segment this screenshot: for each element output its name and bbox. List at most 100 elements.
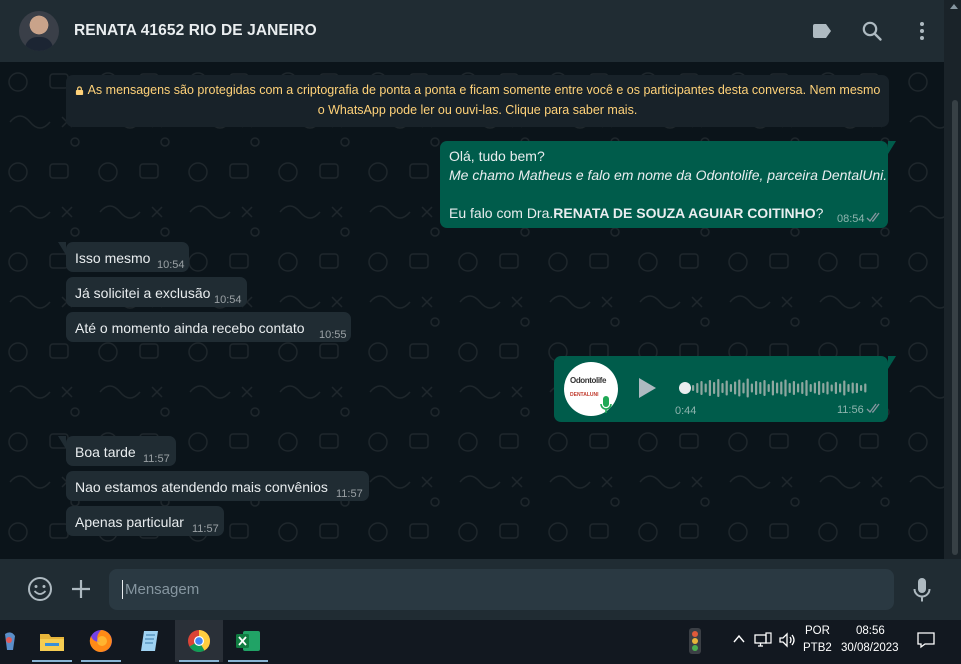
waveform-bar xyxy=(750,383,753,393)
attach-plus-icon[interactable] xyxy=(70,578,92,600)
waveform-bar xyxy=(713,382,716,394)
waveform-bar xyxy=(864,383,867,393)
tray-chevron-up-icon[interactable] xyxy=(733,634,745,644)
waveform-bar xyxy=(822,383,825,393)
message-time: 11:57 xyxy=(143,453,170,465)
mic-badge-icon xyxy=(600,396,612,413)
message-line: Olá, tudo bem? xyxy=(449,148,545,164)
message-text: Eu falo com Dra. xyxy=(449,205,554,221)
incoming-message[interactable]: Nao estamos atendendo mais convênios 11:… xyxy=(66,471,369,501)
voice-seek-handle[interactable] xyxy=(679,382,691,394)
message-line-italic: Me chamo Matheus e falo em nome da Odont… xyxy=(449,167,888,183)
waveform-bar xyxy=(738,379,741,397)
taskbar-notes-app-icon[interactable] xyxy=(126,620,174,662)
contact-name[interactable]: RENATA 41652 RIO DE JANEIRO xyxy=(74,22,317,40)
message-text: Já solicitei a exclusão xyxy=(75,285,211,301)
voice-message[interactable]: Odontolife DENTALUNI 0:44 11:56 xyxy=(554,356,896,422)
taskbar-app-partial-icon[interactable] xyxy=(0,620,20,662)
waveform-bar xyxy=(725,380,728,396)
waveform-bar xyxy=(708,380,711,396)
contact-avatar[interactable] xyxy=(19,11,59,51)
play-icon[interactable] xyxy=(636,376,658,400)
notifications-icon[interactable] xyxy=(916,631,936,649)
incoming-message[interactable]: Boa tarde 11:57 xyxy=(58,436,176,466)
outgoing-message[interactable]: Olá, tudo bem? Me chamo Matheus e falo e… xyxy=(440,141,896,228)
waveform-bar xyxy=(818,381,821,395)
microphone-icon[interactable] xyxy=(912,577,932,603)
message-input[interactable] xyxy=(109,569,894,610)
waveform-bar xyxy=(746,378,749,398)
waveform-bar xyxy=(847,384,850,392)
taskbar-excel-icon[interactable] xyxy=(224,620,272,662)
waveform-bar xyxy=(763,380,766,396)
label-icon[interactable] xyxy=(810,19,834,43)
message-text: ? xyxy=(815,205,824,221)
incoming-message[interactable]: Já solicitei a exclusão 10:54 xyxy=(66,277,247,307)
clock-time[interactable]: 08:56 xyxy=(856,625,885,637)
encryption-notice-line1: As mensagens são protegidas com a cripto… xyxy=(87,83,881,97)
avatar-logo-subtext: DENTALUNI xyxy=(570,392,599,398)
double-check-icon xyxy=(866,212,880,222)
scroll-up-arrow-icon[interactable] xyxy=(950,4,958,9)
taskbar-chrome-icon[interactable] xyxy=(175,620,223,662)
waveform-bar xyxy=(700,381,703,395)
waveform-bar xyxy=(771,380,774,396)
message-time: 10:54 xyxy=(157,259,185,271)
lock-icon xyxy=(75,86,83,95)
incoming-message[interactable]: Até o momento ainda recebo contato 10:55 xyxy=(66,312,351,342)
taskbar-firefox-icon[interactable] xyxy=(77,620,125,662)
waveform-bar xyxy=(813,382,816,394)
emoji-icon[interactable] xyxy=(27,576,53,602)
network-icon[interactable] xyxy=(754,632,772,648)
waveform-bar xyxy=(860,385,863,391)
waveform-bar xyxy=(721,383,724,393)
incoming-message[interactable]: Isso mesmo 10:54 xyxy=(58,242,189,272)
message-time: 11:57 xyxy=(336,488,363,500)
waveform-bar xyxy=(851,382,854,394)
voice-waveform[interactable] xyxy=(692,376,872,400)
message-bold-name: RENATA DE SOUZA AGUIAR COITINHO xyxy=(553,205,816,221)
taskbar-file-explorer-icon[interactable] xyxy=(28,620,76,662)
waveform-bar xyxy=(834,382,837,394)
message-text: Até o momento ainda recebo contato xyxy=(75,320,305,336)
encryption-notice-line2: o WhatsApp pode ler ou ouvi-las. Clique … xyxy=(317,103,638,117)
waveform-bar xyxy=(692,385,695,391)
input-language-code[interactable]: POR xyxy=(805,625,830,637)
waveform-bar xyxy=(780,381,783,395)
waveform-bar xyxy=(767,384,770,392)
volume-icon[interactable] xyxy=(778,631,796,649)
message-line: Eu falo com Dra.RENATA DE SOUZA AGUIAR C… xyxy=(449,205,823,221)
waveform-bar xyxy=(696,383,699,393)
message-time: 08:54 xyxy=(837,213,865,225)
waveform-bar xyxy=(729,384,732,392)
clock-date[interactable]: 30/08/2023 xyxy=(841,642,899,654)
menu-dots-icon[interactable] xyxy=(910,19,934,43)
waveform-bar xyxy=(855,383,858,393)
waveform-bar xyxy=(742,382,745,394)
waveform-bar xyxy=(805,380,808,396)
incoming-message[interactable]: Apenas particular 11:57 xyxy=(66,506,224,536)
message-text: Isso mesmo xyxy=(75,250,151,266)
chat-panel[interactable]: As mensagens são protegidas com a cripto… xyxy=(0,62,944,559)
encryption-notice[interactable]: As mensagens são protegidas com a cripto… xyxy=(66,75,889,127)
waveform-bar xyxy=(717,379,720,397)
waveform-bar xyxy=(704,383,707,393)
waveform-bar xyxy=(784,379,787,397)
waveform-bar xyxy=(843,380,846,396)
waveform-bar xyxy=(801,382,804,394)
waveform-bar xyxy=(797,383,800,393)
waveform-bar xyxy=(776,382,779,394)
scrollbar-thumb[interactable] xyxy=(952,100,958,555)
voice-duration: 0:44 xyxy=(675,405,697,417)
search-icon[interactable] xyxy=(860,19,884,43)
waveform-bar xyxy=(755,381,758,395)
waveform-bar xyxy=(830,384,833,392)
traffic-light-tray-icon[interactable] xyxy=(683,627,707,655)
keyboard-layout-code[interactable]: PTB2 xyxy=(803,642,832,654)
text-caret xyxy=(122,580,123,599)
message-time: 11:57 xyxy=(192,523,219,535)
message-text: Boa tarde xyxy=(75,444,136,460)
waveform-bar xyxy=(826,381,829,395)
waveform-bar xyxy=(788,383,791,393)
chat-header[interactable]: RENATA 41652 RIO DE JANEIRO xyxy=(0,0,944,62)
